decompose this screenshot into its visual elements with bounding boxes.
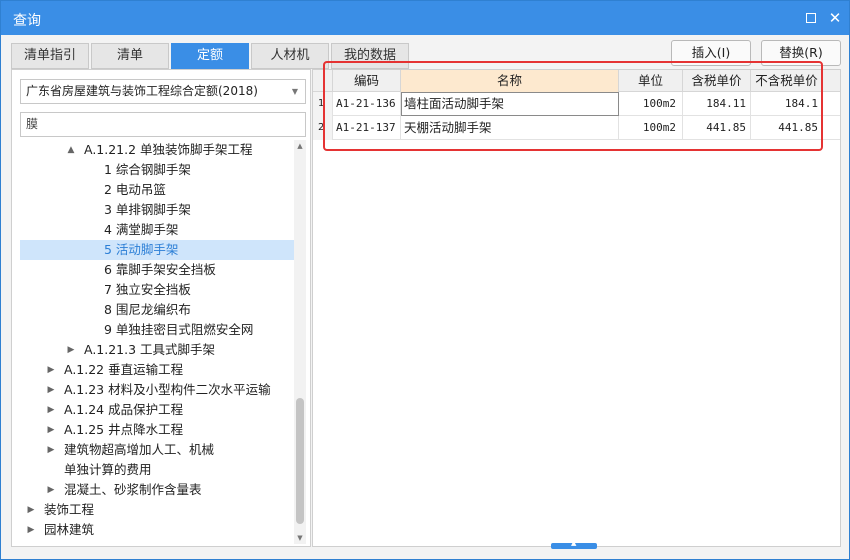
tree-item[interactable]: 4 满堂脚手架 [20,220,294,240]
insert-button[interactable]: 插入(I) [671,40,751,66]
tree-item[interactable]: 9 单独挂密目式阻燃安全网 [20,320,294,340]
window-title: 查询 [13,13,41,29]
caret-up-icon: ▲ [571,539,577,547]
tree-item-label: A.1.24 成品保护工程 [64,402,184,417]
tree-item-label: 7 独立安全挡板 [104,282,191,297]
tree-item[interactable]: ▶ A.1.25 井点降水工程 [20,420,294,440]
row-number: 1 [313,92,333,116]
tree-item-label: 4 满堂脚手架 [104,222,179,237]
tree-item-label: 园林建筑 [44,522,95,537]
tree-item-selected[interactable]: 5 活动脚手架 [20,240,294,260]
quota-library-select[interactable]: 广东省房屋建筑与装饰工程综合定额(2018) ▼ [20,79,306,104]
active-cell-border [401,92,619,116]
tree-item-label: A.1.21.2 单独装饰脚手架工程 [84,142,253,157]
tree-item-label: 单独计算的费用 [64,462,152,477]
quota-name[interactable]: 天棚活动脚手架 [401,116,619,140]
column-header-price-notax[interactable]: 不含税单价 [751,70,823,92]
left-panel: 广东省房屋建筑与装饰工程综合定额(2018) ▼ 膜 ▲ A.1.21.2 单独… [11,69,311,547]
quota-code[interactable]: A1-21-136 [333,92,401,116]
tab-my-data[interactable]: 我的数据 [331,43,409,69]
tree-item[interactable]: 8 围尼龙编织布 [20,300,294,320]
tree-item-label: 8 围尼龙编织布 [104,302,191,317]
expand-arrow-icon[interactable]: ▶ [46,380,56,400]
price-with-tax[interactable]: 441.85 [683,116,751,140]
tree-item[interactable]: ▶ 混凝土、砂浆制作含量表 [20,480,294,500]
tree-item[interactable]: ▶ A.1.22 垂直运输工程 [20,360,294,380]
expand-arrow-icon[interactable]: ▶ [46,480,56,500]
tree-scrollbar[interactable]: ▲ ▼ [294,140,306,544]
tree-item[interactable]: ▶ 园林建筑 [20,520,294,540]
column-header-name[interactable]: 名称 [401,70,619,92]
panel-splitter-handle[interactable]: ▲ [551,539,597,549]
maximize-icon[interactable] [801,8,821,28]
tree-item[interactable]: ▶ A.1.23 材料及小型构件二次水平运输 [20,380,294,400]
tree-item-label: 混凝土、砂浆制作含量表 [64,482,202,497]
expand-arrow-icon[interactable]: ▶ [26,520,36,540]
row-number: 2 [313,116,333,140]
quota-unit[interactable]: 100m2 [619,116,683,140]
tree-item[interactable]: ▶ 建筑物超高增加人工、机械 [20,440,294,460]
tree-item-label: 6 靠脚手架安全挡板 [104,262,216,277]
tree-item[interactable]: 7 独立安全挡板 [20,280,294,300]
tree-item-label: 5 活动脚手架 [104,242,179,257]
price-with-tax[interactable]: 184.11 [683,92,751,116]
scroll-up-icon[interactable]: ▲ [294,140,306,152]
tree-item-label: A.1.21.3 工具式脚手架 [84,342,216,357]
expand-arrow-icon[interactable]: ▶ [66,340,76,360]
scroll-down-icon[interactable]: ▼ [294,532,306,544]
tree-item-label: 装饰工程 [44,502,95,517]
quota-code[interactable]: A1-21-137 [333,116,401,140]
tree-item[interactable]: 2 电动吊篮 [20,180,294,200]
quota-unit[interactable]: 100m2 [619,92,683,116]
tree-item-label: A.1.22 垂直运输工程 [64,362,184,377]
column-header-unit[interactable]: 单位 [619,70,683,92]
quota-grid-panel: 编码 名称 单位 含税单价 不含税单价 1 A1-21-136 墙柱面活动脚手架… [312,69,841,547]
price-without-tax[interactable]: 441.85 [751,116,823,140]
row-number-header [313,70,333,92]
chevron-down-icon: ▼ [291,87,298,96]
quota-library-value: 广东省房屋建筑与装饰工程综合定额(2018) [26,84,258,98]
expand-arrow-icon[interactable]: ▶ [46,420,56,440]
close-icon[interactable]: ✕ [825,8,845,28]
tree-item-label: 3 单排钢脚手架 [104,202,191,217]
grid-header: 编码 名称 单位 含税单价 不含税单价 [313,70,840,92]
tab-quota[interactable]: 定额 [171,43,249,69]
quota-tree: ▲ A.1.21.2 单独装饰脚手架工程 1 综合钢脚手架 2 电动吊篮 3 单… [20,140,294,540]
tree-item[interactable]: 单独计算的费用 [20,460,294,480]
column-header-code[interactable]: 编码 [333,70,401,92]
tab-bill-guide[interactable]: 清单指引 [11,43,89,69]
table-row[interactable]: 2 A1-21-137 天棚活动脚手架 100m2 441.85 441.85 [313,116,840,140]
search-input[interactable]: 膜 [20,112,306,137]
tree-item-label: 1 综合钢脚手架 [104,162,191,177]
tree-item[interactable]: ▲ A.1.21.2 单独装饰脚手架工程 [20,140,294,160]
tab-labor-material-machine[interactable]: 人材机 [251,43,329,69]
tree-item-label: A.1.25 井点降水工程 [64,422,184,437]
tab-bill[interactable]: 清单 [91,43,169,69]
tree-item[interactable]: ▶ A.1.24 成品保护工程 [20,400,294,420]
query-dialog: 查询 ✕ 清单指引 清单 定额 人材机 我的数据 插入(I) 替换(R) 广东省… [0,0,850,560]
tree-item[interactable]: 1 综合钢脚手架 [20,160,294,180]
expand-arrow-icon[interactable]: ▶ [46,360,56,380]
title-bar[interactable]: 查询 ✕ [1,1,849,35]
expand-arrow-icon[interactable]: ▶ [26,500,36,520]
table-row[interactable]: 1 A1-21-136 墙柱面活动脚手架 100m2 184.11 184.1 [313,92,840,116]
price-without-tax[interactable]: 184.1 [751,92,823,116]
replace-button[interactable]: 替换(R) [761,40,841,66]
tree-item-label: A.1.23 材料及小型构件二次水平运输 [64,382,271,397]
tree-item-label: 2 电动吊篮 [104,182,166,197]
column-header-price-tax[interactable]: 含税单价 [683,70,751,92]
tree-item[interactable]: 6 靠脚手架安全挡板 [20,260,294,280]
tree-item[interactable]: ▶ A.1.21.3 工具式脚手架 [20,340,294,360]
expand-arrow-icon[interactable]: ▶ [46,400,56,420]
tree-item-label: 建筑物超高增加人工、机械 [64,442,215,457]
scroll-thumb[interactable] [296,398,304,524]
expand-arrow-icon[interactable]: ▶ [46,440,56,460]
tree-item-label: 9 单独挂密目式阻燃安全网 [104,322,254,337]
tree-item[interactable]: ▶ 装饰工程 [20,500,294,520]
tree-item[interactable]: 3 单排钢脚手架 [20,200,294,220]
collapse-arrow-icon[interactable]: ▲ [66,140,76,160]
